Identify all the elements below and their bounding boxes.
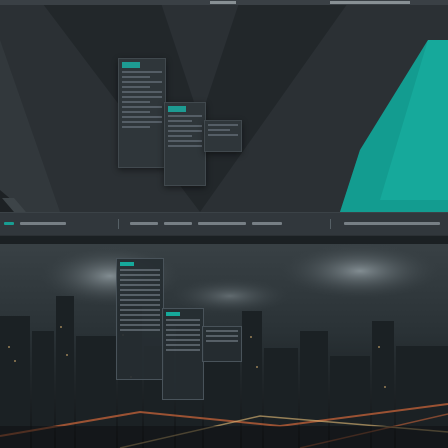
submenu-item[interactable] [166, 349, 200, 351]
bottom-desktop [0, 236, 448, 448]
application-menu[interactable] [118, 58, 166, 168]
submenu-item[interactable] [166, 334, 200, 336]
menu-item[interactable] [120, 309, 160, 311]
bottom-panel [0, 212, 448, 235]
menu-item[interactable] [120, 284, 160, 286]
menu-item[interactable] [120, 299, 160, 301]
submenu-item[interactable] [168, 135, 192, 137]
menu-item[interactable] [120, 279, 160, 281]
menu-item[interactable] [120, 269, 160, 271]
menu-item[interactable] [122, 111, 150, 113]
menu-item[interactable] [120, 274, 160, 276]
menu-item[interactable] [122, 71, 162, 73]
submenu-item[interactable] [166, 324, 200, 326]
submenu[interactable] [162, 308, 204, 400]
top-desktop [0, 0, 448, 236]
context-menu[interactable] [202, 326, 242, 362]
submenu-item[interactable] [168, 115, 202, 117]
menu-item[interactable] [122, 121, 162, 123]
menu-item[interactable] [120, 289, 160, 291]
submenu-item[interactable] [166, 319, 200, 321]
menu-item[interactable] [122, 76, 150, 78]
menu-item[interactable] [122, 96, 162, 98]
menu-item[interactable] [120, 314, 160, 316]
submenu-item[interactable] [168, 125, 202, 127]
menu-item[interactable] [120, 319, 160, 321]
menu-item[interactable] [122, 126, 150, 128]
menu-header [120, 262, 134, 266]
submenu[interactable] [164, 102, 206, 186]
menu-header [122, 62, 140, 68]
submenu-item[interactable] [166, 344, 200, 346]
top-panel-indicator [330, 1, 410, 4]
context-menu[interactable] [204, 120, 242, 152]
submenu-item[interactable] [168, 140, 202, 142]
menu-item[interactable] [122, 86, 150, 88]
geometric-wallpaper [0, 0, 448, 236]
submenu-item[interactable] [168, 120, 192, 122]
submenu-item[interactable] [166, 339, 200, 341]
task-button[interactable] [198, 222, 246, 225]
menu-item[interactable] [120, 294, 160, 296]
application-menu[interactable] [116, 258, 164, 380]
menu-item[interactable] [120, 329, 160, 331]
menu-item[interactable] [122, 101, 150, 103]
app-launcher-icon[interactable] [4, 222, 14, 225]
submenu-header [166, 312, 180, 316]
context-menu-item[interactable] [208, 129, 230, 131]
panel-separator [118, 219, 119, 229]
menu-item[interactable] [122, 91, 162, 93]
menu-item[interactable] [120, 304, 160, 306]
task-button[interactable] [130, 222, 158, 225]
panel-separator [330, 219, 331, 229]
submenu-header [168, 106, 186, 112]
menu-item[interactable] [122, 116, 162, 118]
menu-item[interactable] [120, 324, 160, 326]
submenu-item[interactable] [168, 130, 202, 132]
top-panel [0, 236, 448, 244]
submenu-item[interactable] [168, 145, 202, 147]
task-button[interactable] [164, 222, 192, 225]
menu-item[interactable] [122, 106, 162, 108]
context-menu-item[interactable] [206, 340, 238, 342]
systray[interactable] [344, 222, 440, 225]
top-panel-indicator [210, 1, 236, 4]
top-panel [0, 0, 448, 5]
task-button[interactable] [252, 222, 282, 225]
context-menu-item[interactable] [208, 124, 238, 126]
submenu-item[interactable] [166, 329, 200, 331]
desktop-preview [0, 0, 448, 448]
menu-item[interactable] [122, 81, 162, 83]
panel-item[interactable] [20, 222, 66, 225]
context-menu-item[interactable] [206, 335, 238, 337]
context-menu-item[interactable] [206, 330, 238, 332]
context-menu-item[interactable] [208, 134, 238, 136]
